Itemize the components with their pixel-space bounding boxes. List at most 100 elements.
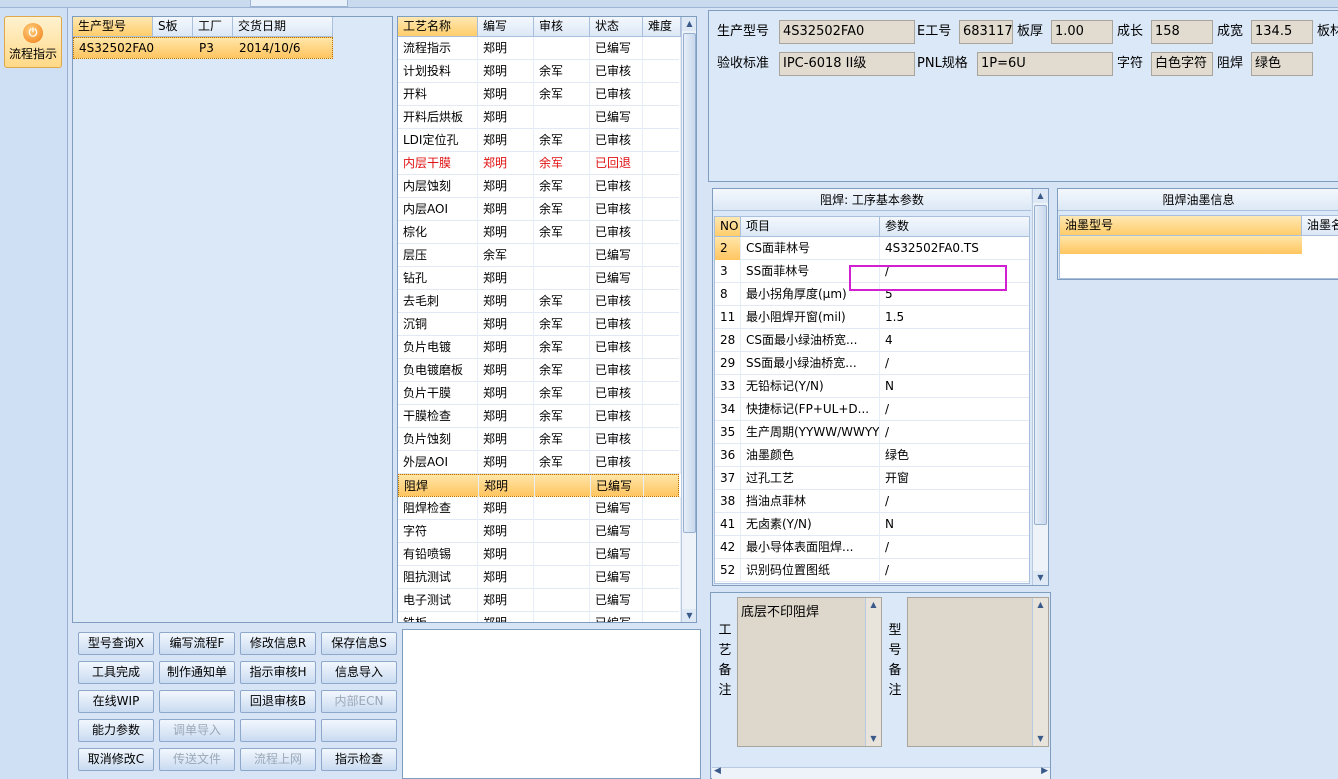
process-row[interactable]: 铣板 郑明 已编写 — [398, 612, 681, 622]
process-row[interactable]: 负片电镀 郑明 余军 已审核 — [398, 336, 681, 359]
action-button-3-0[interactable]: 能力参数 — [78, 719, 154, 742]
params-scrollbar[interactable]: ▲ ▼ — [1032, 189, 1048, 585]
params-header-0[interactable]: NO — [715, 217, 741, 237]
process-row[interactable]: 计划投料 郑明 余军 已审核 — [398, 60, 681, 83]
process-row[interactable]: 层压 余军 已编写 — [398, 244, 681, 267]
model-header-0[interactable]: 生产型号 — [73, 17, 153, 37]
process-row[interactable]: 负电镀磨板 郑明 余军 已审核 — [398, 359, 681, 382]
process-row[interactable]: 流程指示 郑明 已编写 — [398, 37, 681, 60]
action-button-1-1[interactable]: 制作通知单 — [159, 661, 235, 684]
process-header-2[interactable]: 审核 — [534, 17, 590, 37]
process-row[interactable]: 阻焊 郑明 已编写 — [398, 474, 682, 498]
params-row[interactable]: 28 CS面最小绿油桥宽... 4 — [715, 329, 1029, 352]
scroll-down-icon[interactable]: ▼ — [866, 732, 881, 746]
action-button-4-2[interactable]: 流程上网 — [240, 748, 316, 771]
process-header-4[interactable]: 难度 — [643, 17, 681, 37]
process-row[interactable]: 沉铜 郑明 余军 已审核 — [398, 313, 681, 336]
model-header-1[interactable]: S板 — [153, 17, 193, 37]
process-row[interactable]: 去毛刺 郑明 余军 已审核 — [398, 290, 681, 313]
remark-scrollbar[interactable]: ▲ ▼ — [865, 598, 881, 746]
scroll-up-icon[interactable]: ▲ — [1033, 189, 1048, 203]
process-row[interactable]: 负片蚀刻 郑明 余军 已审核 — [398, 428, 681, 451]
table-row[interactable]: 4S32502FA0 P3 2014/10/6 — [73, 37, 333, 59]
process-row[interactable]: 棕化 郑明 余军 已审核 — [398, 221, 681, 244]
model-remark-textarea[interactable] — [907, 597, 1049, 747]
process-row[interactable]: 开料 郑明 余军 已审核 — [398, 83, 681, 106]
horizontal-scrollbar[interactable]: ◀ ▶ — [712, 766, 1050, 779]
ink-selected-row[interactable] — [1060, 236, 1302, 254]
scroll-right-icon[interactable]: ▶ — [1041, 766, 1048, 776]
ink-header-model[interactable]: 油墨型号 — [1060, 216, 1302, 236]
action-button-2-1[interactable] — [159, 690, 235, 713]
character-field[interactable]: 白色字符 — [1151, 52, 1213, 76]
scroll-thumb[interactable] — [683, 33, 696, 533]
e-field[interactable]: 683117 — [959, 20, 1013, 44]
process-scrollbar[interactable]: ▲ ▼ — [681, 17, 696, 622]
action-button-2-2[interactable]: 回退审核B — [240, 690, 316, 713]
params-row[interactable]: 38 挡油点菲林 / — [715, 490, 1029, 513]
ink-header-name[interactable]: 油墨名 — [1302, 216, 1338, 236]
remark-scrollbar-2[interactable]: ▲ ▼ — [1032, 598, 1048, 746]
params-row[interactable]: 34 快捷标记(FP+UL+D... / — [715, 398, 1029, 421]
action-button-2-0[interactable]: 在线WIP — [78, 690, 154, 713]
scroll-down-icon[interactable]: ▼ — [1033, 571, 1048, 585]
scroll-down-icon[interactable]: ▼ — [682, 609, 696, 622]
process-row[interactable]: 外层AOI 郑明 余军 已审核 — [398, 451, 681, 474]
model-header-2[interactable]: 工厂 — [193, 17, 233, 37]
action-button-0-3[interactable]: 保存信息S — [321, 632, 397, 655]
scroll-up-icon[interactable]: ▲ — [682, 17, 696, 31]
process-row[interactable]: 开料后烘板 郑明 已编写 — [398, 106, 681, 129]
mask-field[interactable]: 绿色 — [1251, 52, 1313, 76]
process-header-0[interactable]: 工艺名称 — [398, 17, 478, 37]
process-row[interactable]: 内层干膜 郑明 余军 已回退 — [398, 152, 681, 175]
process-row[interactable]: 内层AOI 郑明 余军 已审核 — [398, 198, 681, 221]
params-row[interactable]: 2 CS面菲林号 4S32502FA0.TS — [715, 237, 1029, 260]
thickness-field[interactable]: 1.00 — [1051, 20, 1113, 44]
params-header-1[interactable]: 项目 — [741, 217, 880, 237]
action-button-1-3[interactable]: 信息导入 — [321, 661, 397, 684]
width-field[interactable]: 134.5 — [1251, 20, 1313, 44]
top-tab[interactable] — [250, 0, 348, 7]
nav-process-instruction-button[interactable]: ⏻ 流程指示 — [4, 16, 62, 68]
params-row[interactable]: 29 SS面最小绿油桥宽... / — [715, 352, 1029, 375]
action-button-4-1[interactable]: 传送文件 — [159, 748, 235, 771]
params-row[interactable]: 42 最小导体表面阻焊... / — [715, 536, 1029, 559]
scroll-up-icon[interactable]: ▲ — [1033, 598, 1048, 612]
params-row[interactable]: 41 无卤素(Y/N) N — [715, 513, 1029, 536]
action-button-1-2[interactable]: 指示审核H — [240, 661, 316, 684]
params-row[interactable]: 11 最小阻焊开窗(mil) 1.5 — [715, 306, 1029, 329]
action-button-3-3[interactable] — [321, 719, 397, 742]
process-row[interactable]: 负片干膜 郑明 余军 已审核 — [398, 382, 681, 405]
action-button-4-3[interactable]: 指示检查 — [321, 748, 397, 771]
process-header-1[interactable]: 编写 — [478, 17, 534, 37]
process-row[interactable]: 字符 郑明 已编写 — [398, 520, 681, 543]
action-button-4-0[interactable]: 取消修改C — [78, 748, 154, 771]
model-field[interactable]: 4S32502FA0 — [779, 20, 915, 44]
params-row[interactable]: 33 无铅标记(Y/N) N — [715, 375, 1029, 398]
scroll-left-icon[interactable]: ◀ — [714, 766, 721, 776]
params-header-2[interactable]: 参数 — [880, 217, 1029, 237]
process-row[interactable]: 钻孔 郑明 已编写 — [398, 267, 681, 290]
action-button-0-1[interactable]: 编写流程F — [159, 632, 235, 655]
scroll-thumb[interactable] — [1034, 205, 1047, 525]
length-field[interactable]: 158 — [1151, 20, 1213, 44]
process-row[interactable]: 有铅喷锡 郑明 已编写 — [398, 543, 681, 566]
action-button-0-0[interactable]: 型号查询X — [78, 632, 154, 655]
process-row[interactable]: LDI定位孔 郑明 余军 已审核 — [398, 129, 681, 152]
process-row[interactable]: 阻焊检查 郑明 已编写 — [398, 497, 681, 520]
action-button-3-1[interactable]: 调单导入 — [159, 719, 235, 742]
process-row[interactable]: 干膜检查 郑明 余军 已审核 — [398, 405, 681, 428]
scroll-down-icon[interactable]: ▼ — [1033, 732, 1048, 746]
standard-field[interactable]: IPC-6018 II级 — [779, 52, 915, 76]
action-button-0-2[interactable]: 修改信息R — [240, 632, 316, 655]
action-button-2-3[interactable]: 内部ECN — [321, 690, 397, 713]
scroll-up-icon[interactable]: ▲ — [866, 598, 881, 612]
params-row[interactable]: 35 生产周期(YYWW/WWYY) / — [715, 421, 1029, 444]
process-row[interactable]: 内层蚀刻 郑明 余军 已审核 — [398, 175, 681, 198]
action-button-3-2[interactable] — [240, 719, 316, 742]
process-header-3[interactable]: 状态 — [590, 17, 643, 37]
params-row[interactable]: 52 识别码位置图纸 / — [715, 559, 1029, 582]
process-row[interactable]: 电子测试 郑明 已编写 — [398, 589, 681, 612]
model-header-3[interactable]: 交货日期 — [233, 17, 333, 37]
process-remark-textarea[interactable]: 底层不印阻焊 — [737, 597, 882, 747]
